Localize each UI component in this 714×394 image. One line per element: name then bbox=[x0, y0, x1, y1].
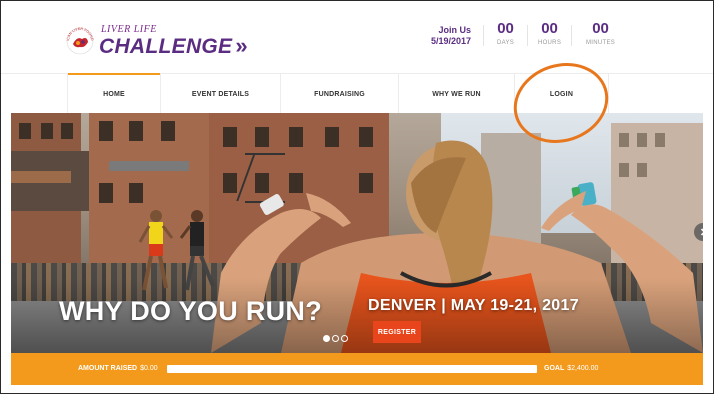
amount-raised-value: $0.00 bbox=[140, 365, 158, 372]
nav-item-login[interactable]: LOGIN bbox=[515, 74, 609, 114]
countdown-title: Join Us bbox=[438, 25, 472, 35]
browser-frame: AMERICAN LIVER FOUNDATION LIVER LIFE CHA… bbox=[0, 0, 714, 394]
nav-item-home[interactable]: HOME bbox=[67, 73, 161, 114]
countdown-days-label: DAYS bbox=[497, 40, 515, 46]
countdown-days: 00 DAYS bbox=[483, 21, 527, 46]
fundraising-goal: GOAL $2,400.00 bbox=[544, 365, 598, 372]
logo-tagline: LIVER LIFE bbox=[101, 24, 157, 35]
double-chevron-right-icon: » bbox=[235, 33, 247, 58]
goal-value: $2,400.00 bbox=[567, 365, 599, 372]
nav-item-fundraising[interactable]: FUNDRAISING bbox=[281, 74, 399, 114]
register-button[interactable]: REGISTER bbox=[373, 321, 421, 343]
countdown-minutes-value: 00 bbox=[592, 20, 609, 37]
slider-dot[interactable] bbox=[323, 335, 330, 342]
progress-bar-track bbox=[167, 365, 537, 373]
amount-raised-label: AMOUNT RAISED bbox=[78, 365, 138, 372]
fundraising-progress: AMOUNT RAISED $0.00 GOAL $2,400.00 bbox=[11, 353, 703, 385]
slider-pagination bbox=[323, 335, 348, 342]
countdown-hours-value: 00 bbox=[541, 20, 558, 37]
hero-event-info: DENVER | MAY 19-21, 2017 bbox=[368, 297, 579, 314]
countdown-hours: 00 HOURS bbox=[527, 21, 571, 46]
countdown-minutes-label: MINUTES bbox=[585, 40, 616, 46]
hero-slider: WHY DO YOU RUN? DENVER | MAY 19-21, 2017… bbox=[11, 113, 703, 353]
slider-dot[interactable] bbox=[341, 335, 348, 342]
logo-wordmark: CHALLENGE bbox=[99, 34, 233, 58]
countdown-minutes: 00 MINUTES bbox=[571, 21, 629, 46]
slider-dot[interactable] bbox=[332, 335, 339, 342]
goal-label: GOAL bbox=[544, 365, 565, 372]
hero-building-storefront bbox=[11, 151, 101, 211]
hero-title: WHY DO YOU RUN? bbox=[59, 296, 323, 326]
nav-item-event-details[interactable]: EVENT DETAILS bbox=[161, 74, 281, 114]
liver-foundation-badge-icon: AMERICAN LIVER FOUNDATION bbox=[64, 23, 95, 56]
countdown-hours-label: HOURS bbox=[537, 40, 562, 46]
chevron-right-icon bbox=[700, 228, 703, 236]
amount-raised: AMOUNT RAISED $0.00 bbox=[78, 365, 158, 372]
site-header: AMERICAN LIVER FOUNDATION LIVER LIFE CHA… bbox=[1, 1, 713, 73]
main-nav: HOME EVENT DETAILS FUNDRAISING WHY WE RU… bbox=[1, 73, 713, 114]
site-logo[interactable]: AMERICAN LIVER FOUNDATION LIVER LIFE CHA… bbox=[64, 21, 248, 61]
event-countdown: Join Us 5/19/2017 00 DAYS 00 HOURS 00 MI… bbox=[431, 21, 629, 48]
countdown-date: 5/19/2017 bbox=[431, 36, 472, 47]
nav-item-why-we-run[interactable]: WHY WE RUN bbox=[399, 74, 515, 114]
countdown-days-value: 00 bbox=[497, 20, 514, 37]
